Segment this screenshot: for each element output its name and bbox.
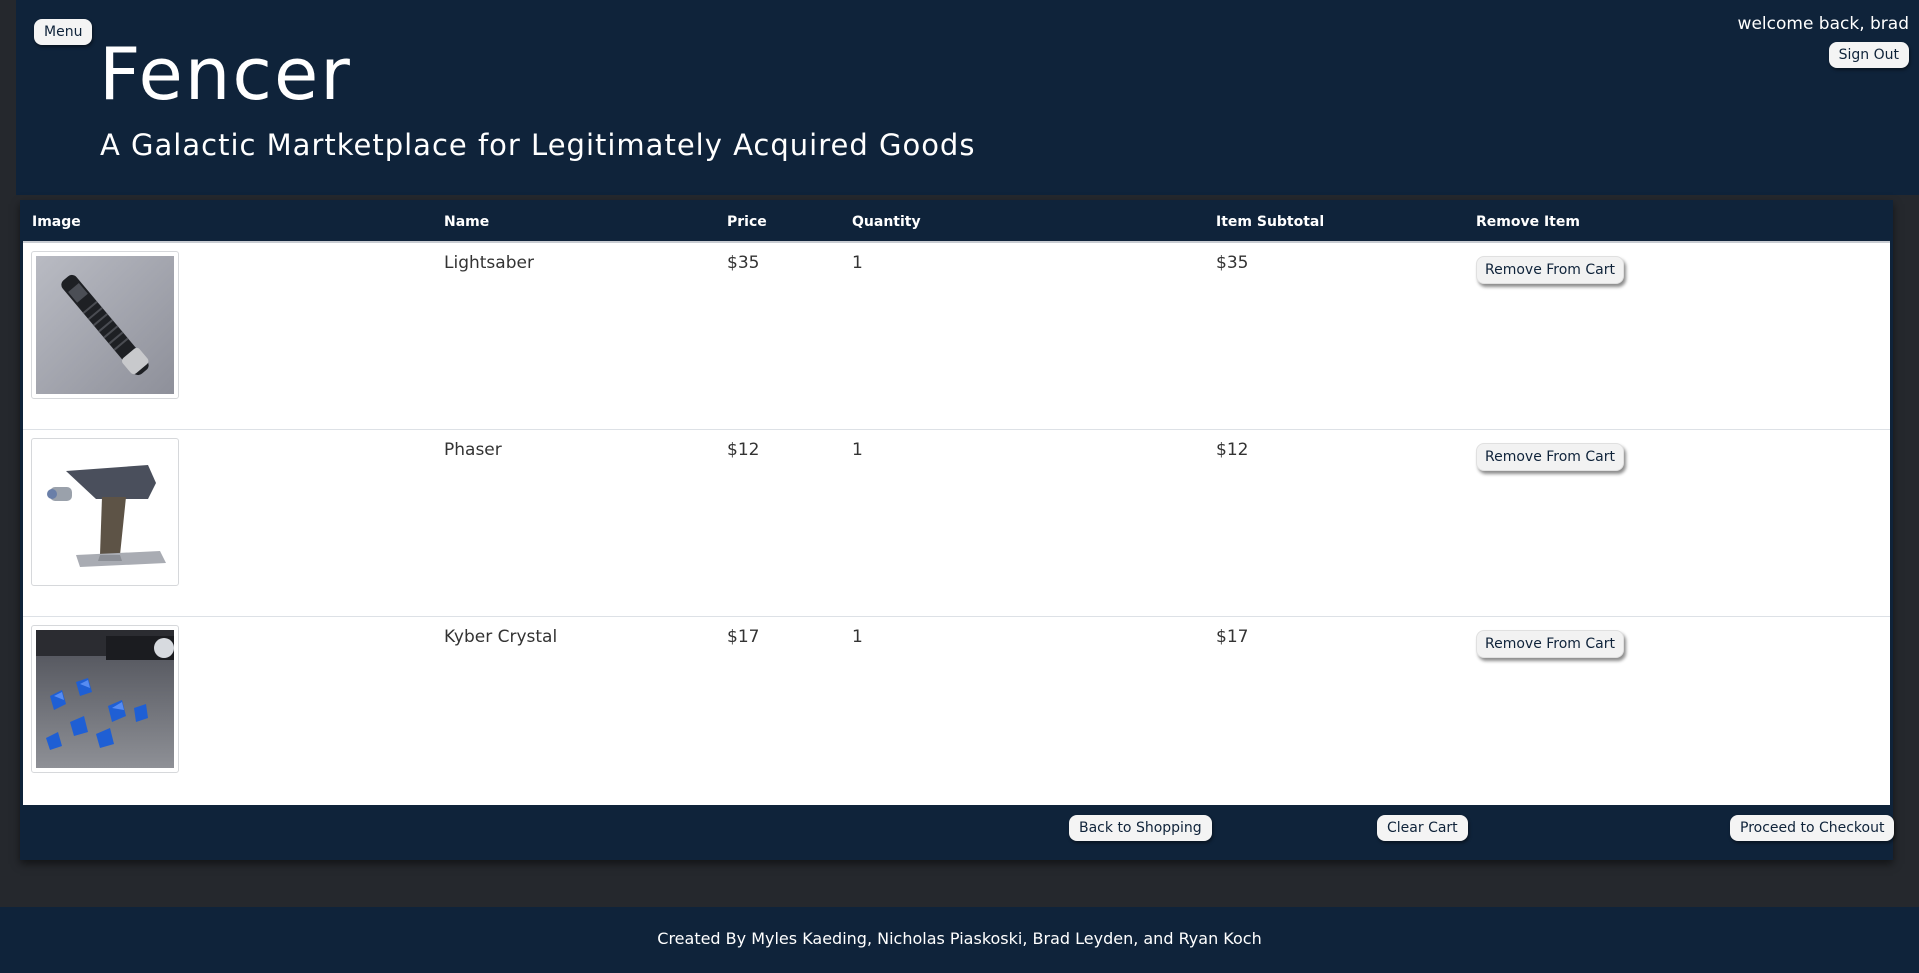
- item-subtotal: $17: [1216, 627, 1249, 647]
- item-subtotal: $35: [1216, 253, 1249, 273]
- item-name: Phaser: [444, 440, 502, 460]
- footer-credits: Created By Myles Kaeding, Nicholas Piask…: [657, 929, 1262, 948]
- site-title: Fencer: [99, 32, 352, 116]
- item-price: $17: [727, 627, 760, 647]
- column-header-image: Image: [32, 214, 81, 230]
- item-price: $12: [727, 440, 760, 460]
- item-name: Lightsaber: [444, 253, 534, 273]
- table-row: Lightsaber $35 1 $35 Remove From Cart: [23, 243, 1890, 430]
- back-to-shopping-button[interactable]: Back to Shopping: [1069, 815, 1212, 841]
- table-row: Kyber Crystal $17 1 $17 Remove From Cart: [23, 617, 1890, 803]
- column-header-item-subtotal: Item Subtotal: [1216, 214, 1325, 230]
- site-subtitle: A Galactic Martketplace for Legitimately…: [100, 128, 976, 162]
- clear-cart-button[interactable]: Clear Cart: [1377, 815, 1468, 841]
- proceed-to-checkout-button[interactable]: Proceed to Checkout: [1730, 815, 1895, 841]
- remove-from-cart-button[interactable]: Remove From Cart: [1476, 256, 1624, 284]
- cart-table-body: Lightsaber $35 1 $35 Remove From Cart Ph…: [23, 241, 1890, 805]
- menu-button[interactable]: Menu: [34, 19, 93, 45]
- item-quantity: 1: [852, 627, 863, 647]
- column-header-quantity: Quantity: [852, 214, 921, 230]
- cart-panel: Image Name Price Quantity Item Subtotal …: [20, 200, 1895, 860]
- item-quantity: 1: [852, 440, 863, 460]
- kyber-crystal-image: [31, 625, 179, 773]
- item-quantity: 1: [852, 253, 863, 273]
- sign-out-button[interactable]: Sign Out: [1828, 42, 1909, 68]
- lightsaber-image: [31, 251, 179, 399]
- column-header-remove-item: Remove Item: [1476, 214, 1580, 230]
- column-header-price: Price: [727, 214, 767, 230]
- item-subtotal: $12: [1216, 440, 1249, 460]
- column-header-name: Name: [444, 214, 490, 230]
- phaser-image: [31, 438, 179, 586]
- site-footer: Created By Myles Kaeding, Nicholas Piask…: [0, 907, 1919, 973]
- cart-table-header: Image Name Price Quantity Item Subtotal …: [20, 200, 1893, 241]
- item-name: Kyber Crystal: [444, 627, 558, 647]
- remove-from-cart-button[interactable]: Remove From Cart: [1476, 630, 1624, 658]
- remove-from-cart-button[interactable]: Remove From Cart: [1476, 443, 1624, 471]
- welcome-message: welcome back, brad: [1737, 14, 1909, 34]
- item-price: $35: [727, 253, 760, 273]
- table-row: Phaser $12 1 $12 Remove From Cart: [23, 430, 1890, 617]
